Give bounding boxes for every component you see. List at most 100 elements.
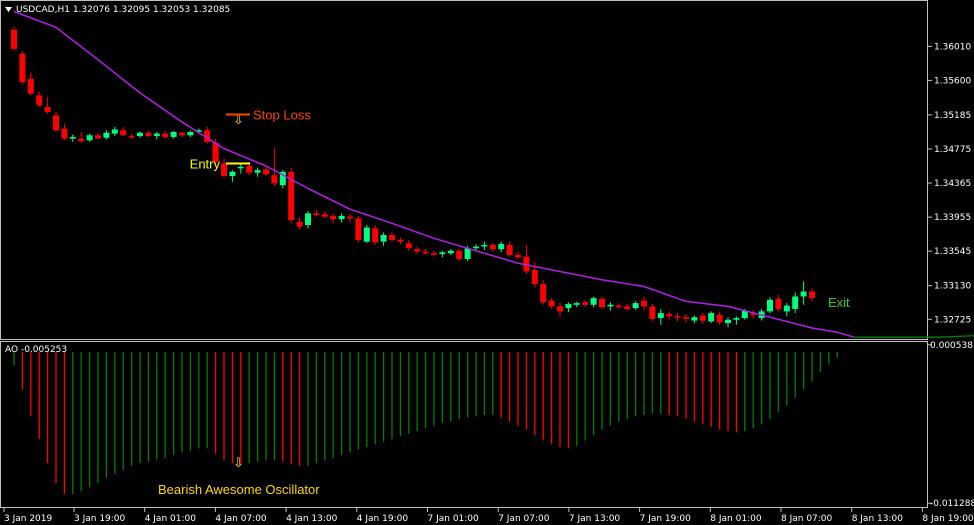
candle-body[interactable] xyxy=(649,306,656,319)
candle-body[interactable] xyxy=(565,303,572,309)
candle-body[interactable] xyxy=(557,306,563,312)
candle-body[interactable] xyxy=(162,133,169,137)
candle-body[interactable] xyxy=(498,244,505,250)
candle-body[interactable] xyxy=(422,251,429,254)
candle-body[interactable] xyxy=(405,243,412,249)
time-axis-label: 4 Jan 13:00 xyxy=(286,514,338,524)
candle-body[interactable] xyxy=(456,250,463,260)
candle-body[interactable] xyxy=(691,317,698,321)
candle-body[interactable] xyxy=(380,234,387,242)
candle-body[interactable] xyxy=(607,304,614,307)
candle-body[interactable] xyxy=(632,303,639,309)
candle-body[interactable] xyxy=(338,215,345,220)
candle-body[interactable] xyxy=(809,291,815,299)
candle-body[interactable] xyxy=(313,213,320,216)
candle-body[interactable] xyxy=(128,136,135,138)
candle-body[interactable] xyxy=(439,252,446,255)
candle-body[interactable] xyxy=(464,248,471,260)
candle-body[interactable] xyxy=(179,132,185,136)
candle-body[interactable] xyxy=(78,138,85,142)
candle-body[interactable] xyxy=(792,296,799,309)
time-axis-label: 3 Jan 2019 xyxy=(4,514,52,524)
candle-body[interactable] xyxy=(657,313,664,319)
candle-body[interactable] xyxy=(615,305,622,308)
candle-body[interactable] xyxy=(641,300,647,307)
candle-body[interactable] xyxy=(725,319,731,324)
candle-body[interactable] xyxy=(582,302,589,305)
candle-body[interactable] xyxy=(674,316,681,318)
candle-body[interactable] xyxy=(473,246,479,249)
candle-body[interactable] xyxy=(263,169,269,175)
candle-body[interactable] xyxy=(708,313,715,322)
price-axis-label: 1.36010 xyxy=(934,42,971,52)
candle-body[interactable] xyxy=(27,78,34,94)
candle-body[interactable] xyxy=(363,227,370,242)
price-axis-label: 1.35600 xyxy=(934,76,971,86)
candle-body[interactable] xyxy=(590,298,597,305)
candle-body[interactable] xyxy=(296,221,303,227)
candle-body[interactable] xyxy=(447,250,454,254)
candle-body[interactable] xyxy=(187,131,194,136)
candle-body[interactable] xyxy=(540,283,547,303)
candle-body[interactable] xyxy=(111,129,118,134)
candle-body[interactable] xyxy=(506,244,513,255)
candle-body[interactable] xyxy=(624,306,631,309)
candle-body[interactable] xyxy=(36,95,43,106)
candle-body[interactable] xyxy=(137,132,143,137)
candle-body[interactable] xyxy=(86,135,93,141)
candle-body[interactable] xyxy=(246,166,253,173)
candle-body[interactable] xyxy=(716,314,723,323)
candle-body[interactable] xyxy=(61,128,68,139)
candle-body[interactable] xyxy=(515,254,521,258)
candle-body[interactable] xyxy=(44,107,51,113)
candle-body[interactable] xyxy=(548,300,555,307)
candle-body[interactable] xyxy=(347,216,353,219)
candle-body[interactable] xyxy=(254,170,261,173)
candle-body[interactable] xyxy=(305,213,311,226)
candle-body[interactable] xyxy=(153,133,160,137)
candle-body[interactable] xyxy=(573,303,580,305)
candle-body[interactable] xyxy=(800,291,807,297)
candle-body[interactable] xyxy=(489,244,496,250)
candle-body[interactable] xyxy=(531,269,538,284)
candle-body[interactable] xyxy=(431,253,437,255)
candle-body[interactable] xyxy=(321,214,328,217)
candle-body[interactable] xyxy=(775,298,782,309)
candle-body[interactable] xyxy=(145,132,152,137)
time-axis-label: 8 Jan 19:00 xyxy=(922,514,974,524)
time-axis-label: 7 Jan 07:00 xyxy=(498,514,550,524)
candle-body[interactable] xyxy=(767,299,773,312)
candle-body[interactable] xyxy=(683,317,689,319)
candle-body[interactable] xyxy=(69,136,76,139)
chart-background xyxy=(0,0,974,525)
price-axis-label: 1.33955 xyxy=(934,213,971,223)
candle-body[interactable] xyxy=(733,318,740,320)
time-axis-label: 7 Jan 01:00 xyxy=(428,514,480,524)
candle-body[interactable] xyxy=(53,115,59,131)
candle-body[interactable] xyxy=(271,175,278,184)
candle-body[interactable] xyxy=(397,239,404,242)
candle-body[interactable] xyxy=(11,29,17,49)
trading-chart[interactable]: 1.36010 1.35600 1.35185 1.34775 1.34365 1.339… xyxy=(0,0,974,525)
candle-body[interactable] xyxy=(221,163,227,176)
candle-body[interactable] xyxy=(355,218,362,240)
candle-body[interactable] xyxy=(120,130,127,136)
candle-body[interactable] xyxy=(783,305,790,312)
candle-body[interactable] xyxy=(599,298,605,308)
candle-body[interactable] xyxy=(699,315,706,321)
candle-body[interactable] xyxy=(414,249,421,252)
candle-body[interactable] xyxy=(389,234,395,240)
candle-body[interactable] xyxy=(229,171,236,176)
ao-axis-label: -0.011288 xyxy=(930,499,974,509)
candle-body[interactable] xyxy=(330,215,337,220)
candle-body[interactable] xyxy=(170,131,177,137)
candle-body[interactable] xyxy=(103,132,110,138)
candle-body[interactable] xyxy=(237,166,244,169)
candle-body[interactable] xyxy=(372,228,379,243)
time-axis-label: 8 Jan 13:00 xyxy=(852,514,904,524)
candle-body[interactable] xyxy=(666,313,673,317)
candle-body[interactable] xyxy=(95,135,101,139)
time-axis-label: 8 Jan 07:00 xyxy=(781,514,833,524)
candle-body[interactable] xyxy=(481,244,488,247)
candle-body[interactable] xyxy=(19,53,26,83)
